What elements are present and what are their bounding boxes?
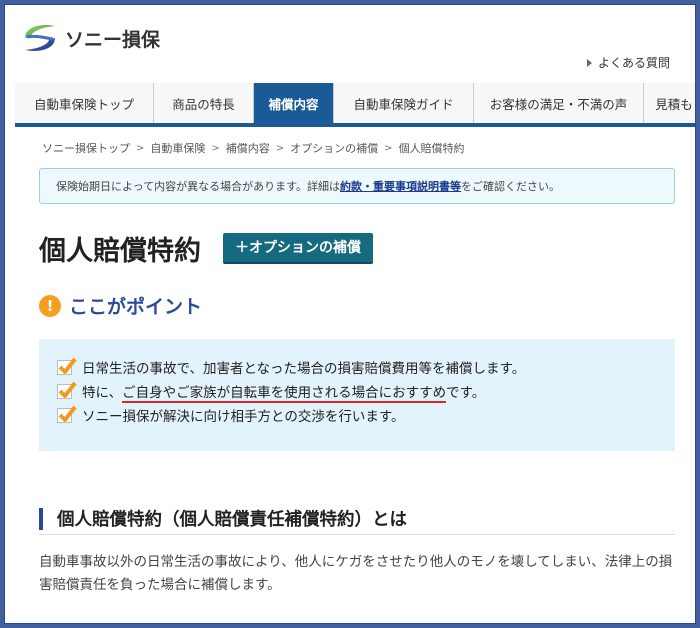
nav-item-car-insurance-top[interactable]: 自動車保険トップ: [15, 83, 154, 123]
notice-text-after: をご確認ください。: [461, 180, 561, 193]
title-row: 個人賠償特約 ＋オプションの補償: [39, 229, 373, 268]
triangle-right-icon: [587, 58, 592, 67]
checkmark-icon: [57, 381, 77, 399]
point-label: ここがポイント: [69, 296, 203, 318]
section-bar: [39, 507, 43, 530]
point-heading: ! ここがポイント: [39, 292, 202, 319]
breadcrumb-separator: >: [275, 142, 285, 154]
terms-link[interactable]: 約款・重要事項説明書等: [340, 178, 461, 194]
nav-item-coverage[interactable]: 補償内容: [254, 83, 334, 123]
point-text: 日常生活の事故で、加害者となった場合の損害賠償費用等を補償します。: [82, 361, 526, 377]
brand-name: ソニー損保: [65, 28, 161, 51]
point-list: 日常生活の事故で、加害者となった場合の損害賠償費用等を補償します。 特に、ご自身…: [39, 339, 675, 451]
section-body: 自動車事故以外の日常生活の事故により、他人にケガをさせたり他人のモノを壊してしま…: [39, 554, 673, 593]
point-text: ソニー損保が解決に向け相手方との交渉を行います。: [82, 409, 405, 425]
breadcrumb: ソニー損保トップ > 自動車保険 > 補償内容 > オプションの補償 > 個人賠…: [42, 140, 465, 156]
exclamation-icon: !: [39, 294, 61, 317]
nav-item-estimate[interactable]: 見積も: [644, 83, 695, 123]
faq-label: よくある質問: [598, 56, 671, 70]
breadcrumb-separator: >: [384, 142, 393, 154]
nav-item-customer-voice[interactable]: お客様の満足・不満の声: [474, 83, 644, 123]
breadcrumb-separator: >: [136, 142, 145, 154]
faq-link[interactable]: よくある質問: [587, 54, 670, 71]
sony-logo-icon: [25, 25, 55, 51]
breadcrumb-item[interactable]: 自動車保険: [150, 140, 205, 156]
list-item: ソニー損保が解決に向け相手方との交渉を行います。: [57, 403, 675, 427]
list-item: 日常生活の事故で、加害者となった場合の損害賠償費用等を補償します。: [57, 355, 675, 379]
page-title: 個人賠償特約: [39, 236, 201, 267]
notice-text-before: 保険始期日によって内容が異なる場合があります。詳細は: [56, 180, 341, 193]
global-nav: 自動車保険トップ 商品の特長 補償内容 自動車保険ガイド お客様の満足・不満の声…: [15, 83, 695, 127]
section-heading: 個人賠償特約（個人賠償責任補償特約）とは: [39, 503, 675, 535]
highlighted-text: ご自身やご家族が自転車を使用される場合におすすめ: [122, 385, 447, 403]
breadcrumb-item[interactable]: ソニー損保トップ: [42, 140, 130, 156]
breadcrumb-current: 個人賠償特約: [398, 142, 465, 155]
option-tag: ＋オプションの補償: [223, 233, 373, 264]
page-frame: ソニー損保 よくある質問 自動車保険トップ 商品の特長 補償内容 自動車保険ガイ…: [4, 4, 696, 624]
checkmark-icon: [57, 357, 77, 375]
breadcrumb-item[interactable]: オプションの補償: [290, 140, 378, 156]
breadcrumb-item[interactable]: 補償内容: [226, 140, 270, 156]
list-item: 特に、ご自身やご家族が自転車を使用される場合におすすめです。: [57, 379, 675, 403]
breadcrumb-separator: >: [211, 142, 220, 154]
nav-item-features[interactable]: 商品の特長: [154, 83, 254, 123]
checkmark-icon: [57, 405, 77, 423]
logo[interactable]: ソニー損保: [21, 21, 160, 55]
notice-box: 保険始期日によって内容が異なる場合があります。詳細は 約款・重要事項説明書等 をご確…: [39, 168, 675, 204]
section-title: 個人賠償特約（個人賠償責任補償特約）とは: [57, 510, 407, 530]
point-text: 特に、ご自身やご家族が自転車を使用される場合におすすめです。: [82, 385, 486, 403]
nav-item-guide[interactable]: 自動車保険ガイド: [334, 83, 474, 123]
